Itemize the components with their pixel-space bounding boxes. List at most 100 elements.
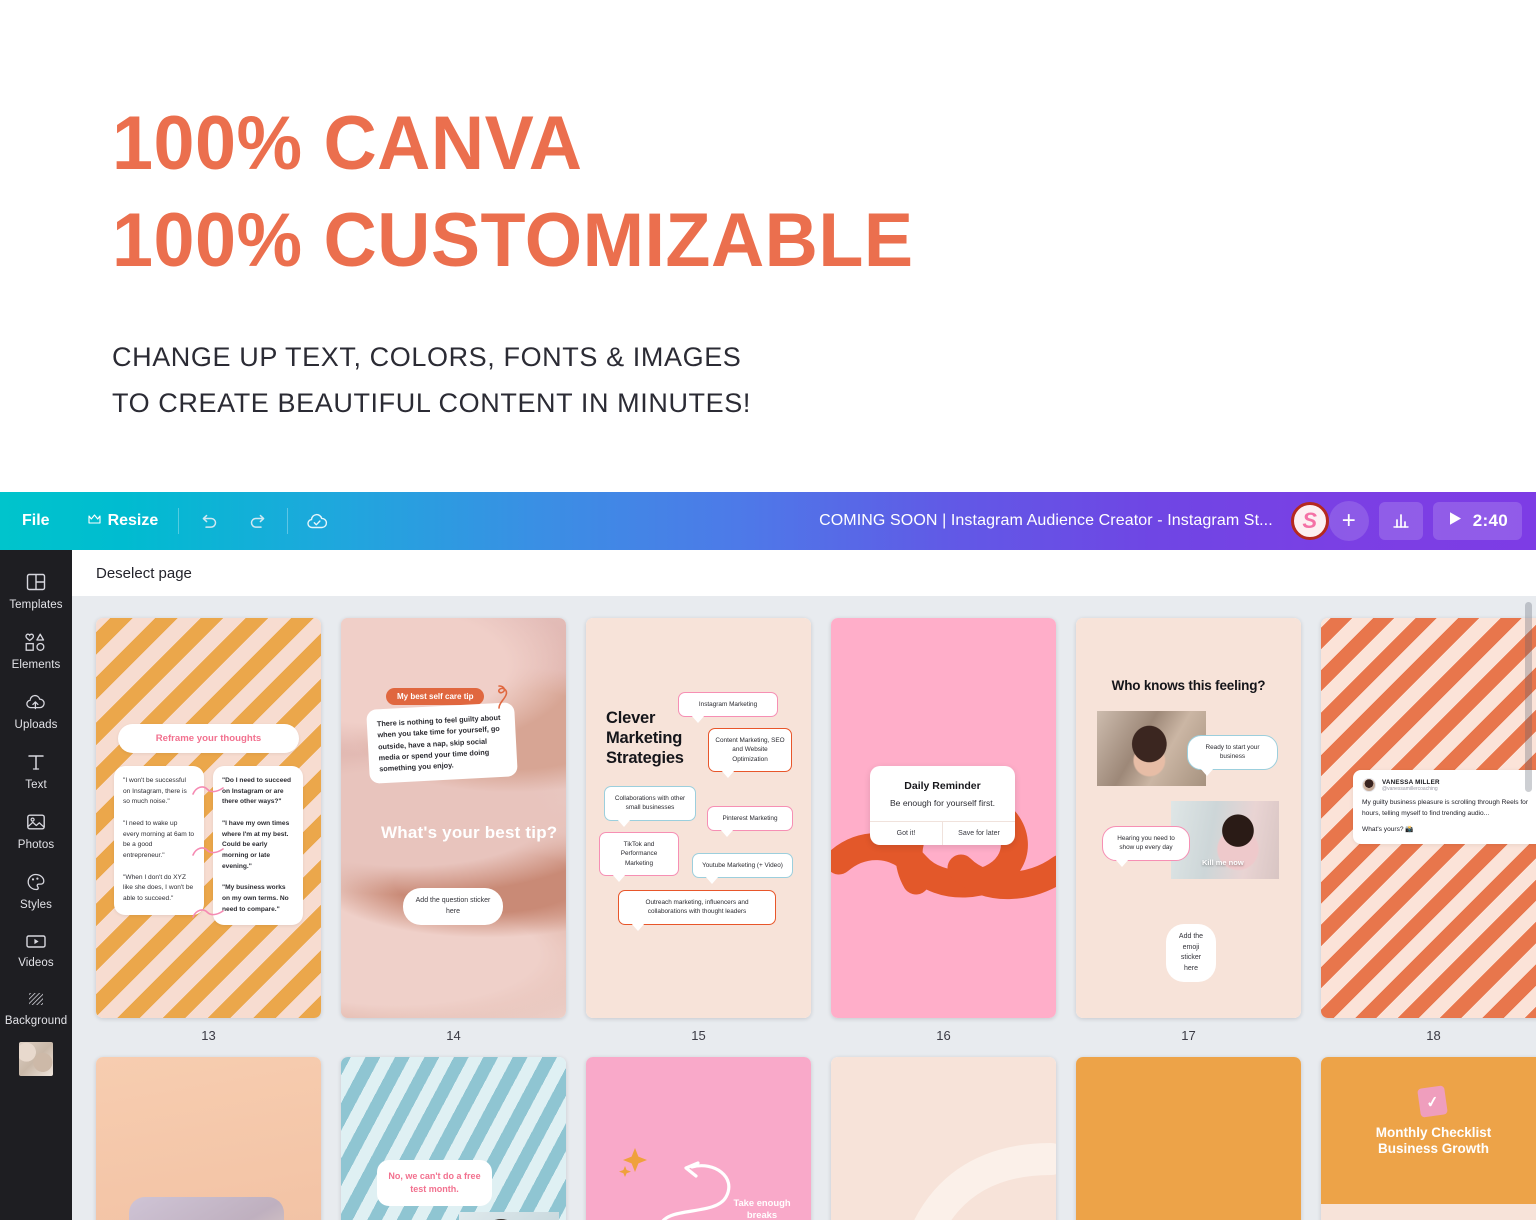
page14-headline: What's your best tip? — [381, 823, 558, 842]
page15-bubble: TikTok and Performance Marketing — [599, 832, 679, 882]
page15-bubble: Instagram Marketing — [678, 692, 778, 724]
page-cell: Who knows this feeling? Ready to start y… — [1076, 618, 1301, 1057]
undo-icon[interactable] — [183, 492, 233, 550]
tweet-header: VANESSA MILLER @vanessamillercoaching — [1362, 778, 1534, 792]
pages-row-2: 19 No, we can't do a free test month. 20 — [72, 1057, 1536, 1220]
file-menu-label: File — [22, 512, 50, 529]
present-button[interactable]: 2:40 — [1432, 502, 1522, 540]
page-thumbnail-15[interactable]: Clever Marketing Strategies Instagram Ma… — [586, 618, 811, 1018]
page-thumbnail-17[interactable]: Who knows this feeling? Ready to start y… — [1076, 618, 1301, 1018]
page20-bubble: No, we can't do a free test month. — [377, 1160, 492, 1206]
blush-lower — [1321, 1204, 1536, 1220]
add-collaborator-button[interactable]: + — [1328, 501, 1369, 541]
tweet-question-text: What's yours? 📸 — [1362, 826, 1414, 834]
sidebar-item-label: Styles — [20, 899, 52, 911]
tweet-body-text: My guilty business pleasure is scrolling… — [1362, 799, 1529, 817]
quote-text: "I need to wake up every morning at 6am … — [123, 820, 195, 860]
avatar-initial: S — [1290, 502, 1329, 540]
sidebar-item-label: Text — [25, 779, 47, 791]
cloud-check-icon[interactable] — [292, 492, 342, 550]
dialog-actions: Got it! Save for later — [870, 821, 1015, 845]
canva-app: File Resize COMING SOON | Instagram Audi… — [0, 492, 1536, 1220]
sidebar-item-videos[interactable]: Videos — [0, 920, 72, 978]
page-thumbnail-13[interactable]: Reframe your thoughts "I won't be succes… — [96, 618, 321, 1018]
page-thumbnail-23[interactable]: ✓ — [1076, 1057, 1301, 1220]
dialog-title: Daily Reminder — [904, 780, 981, 792]
page-number: 15 — [691, 1028, 706, 1043]
page17-sticker-placeholder: Add the emoji sticker here — [1166, 924, 1216, 982]
dialog-action-got-it[interactable]: Got it! — [870, 822, 943, 845]
deselect-bar: Deselect page — [72, 550, 1536, 596]
page-thumbnail-19[interactable] — [96, 1057, 321, 1220]
promo-sub-line1: CHANGE UP TEXT, COLORS, FONTS & IMAGES — [112, 341, 742, 372]
vertical-scrollbar-thumb[interactable] — [1525, 602, 1532, 792]
dialog-action-save[interactable]: Save for later — [943, 822, 1015, 845]
avatar[interactable]: S — [1287, 498, 1333, 544]
page-cell: My best self care tip There is nothing t… — [341, 618, 566, 1057]
sidebar-item-uploads[interactable]: Uploads — [0, 680, 72, 740]
promo-headline: 100% CANVA 100% CUSTOMIZABLE — [112, 95, 1493, 290]
page24-title-line1: Monthly Checklist — [1375, 1125, 1492, 1140]
page-thumbnail-18[interactable]: VANESSA MILLER @vanessamillercoaching My… — [1321, 618, 1536, 1018]
orange-background — [1076, 1057, 1301, 1220]
crown-icon — [88, 512, 101, 530]
sidebar-item-label: Templates — [9, 599, 63, 611]
quote-text: "Do I need to succeed on Instagram or ar… — [222, 777, 292, 806]
page-number: 16 — [936, 1028, 951, 1043]
promo-subtext: CHANGE UP TEXT, COLORS, FONTS & IMAGES T… — [112, 334, 1536, 427]
page-thumbnail-22[interactable]: ool — [831, 1057, 1056, 1220]
page-number: 14 — [446, 1028, 461, 1043]
page13-right-quotes: "Do I need to succeed on Instagram or ar… — [213, 766, 303, 926]
page-cell: ool 22 — [831, 1057, 1056, 1220]
pages-scroll-region[interactable]: Reframe your thoughts "I won't be succes… — [72, 596, 1536, 1220]
sidebar-recent-thumbnail[interactable] — [19, 1042, 53, 1076]
tweet-author-name: VANESSA MILLER — [1382, 778, 1440, 786]
left-sidebar: Templates Elements Uploads Text Photos S… — [0, 550, 72, 1220]
sidebar-item-label: Uploads — [14, 719, 58, 731]
resize-button[interactable]: Resize — [72, 492, 175, 550]
page15-bubble: Outreach marketing, influencers and coll… — [618, 890, 776, 931]
page-thumbnail-20[interactable]: No, we can't do a free test month. — [341, 1057, 566, 1220]
sidebar-item-styles[interactable]: Styles — [0, 860, 72, 920]
sidebar-item-templates[interactable]: Templates — [0, 560, 72, 620]
document-title[interactable]: COMING SOON | Instagram Audience Creator… — [819, 512, 1273, 530]
deselect-page-button[interactable]: Deselect page — [96, 565, 192, 582]
page15-bubble: Youtube Marketing (+ Video) — [692, 853, 793, 885]
page-cell: Clever Marketing Strategies Instagram Ma… — [586, 618, 811, 1057]
page-thumbnail-24[interactable]: ✓ Monthly Checklist Business Growth — [1321, 1057, 1536, 1220]
sidebar-item-elements[interactable]: Elements — [0, 620, 72, 680]
pages-row-1: Reframe your thoughts "I won't be succes… — [72, 618, 1536, 1057]
page-cell: Daily Reminder Be enough for yourself fi… — [831, 618, 1056, 1057]
page14-body: There is nothing to feel guilty about wh… — [366, 702, 518, 785]
toolbar-divider-2 — [287, 508, 289, 534]
page24-title-line2: Business Growth — [1377, 1141, 1490, 1157]
photo-icon — [25, 811, 47, 833]
bar-chart-icon[interactable] — [1378, 502, 1423, 540]
arrow-decoration — [192, 786, 224, 795]
sidebar-item-label: Photos — [17, 839, 55, 851]
sidebar-item-background[interactable]: Background — [0, 978, 72, 1036]
palette-icon — [24, 871, 48, 893]
page-thumbnail-21[interactable]: Find biz friends Take enough breaks — [586, 1057, 811, 1220]
page14-sticker-placeholder: Add the question sticker here — [403, 888, 503, 925]
page20-photo — [459, 1212, 559, 1220]
page-thumbnail-14[interactable]: My best self care tip There is nothing t… — [341, 618, 566, 1018]
dialog-body: Be enough for yourself first. — [889, 798, 996, 808]
resize-label: Resize — [107, 512, 159, 529]
play-icon — [1447, 510, 1463, 532]
redo-icon[interactable] — [233, 492, 283, 550]
arc-decoration — [914, 1143, 1056, 1220]
page-cell: ✓ 23 — [1076, 1057, 1301, 1220]
page-thumbnail-16[interactable]: Daily Reminder Be enough for yourself fi… — [831, 618, 1056, 1018]
sidebar-item-photos[interactable]: Photos — [0, 800, 72, 860]
promo-sub-line2: TO CREATE BEAUTIFUL CONTENT IN MINUTES! — [112, 387, 751, 418]
file-menu-button[interactable]: File — [0, 492, 72, 550]
page24-title: Monthly Checklist Business Growth — [1321, 1125, 1536, 1157]
marble-background — [341, 618, 566, 1018]
sidebar-item-text[interactable]: Text — [0, 740, 72, 800]
page15-bubble: Collaborations with other small business… — [604, 786, 696, 827]
tweet-author-handle: @vanessamillercoaching — [1382, 785, 1438, 792]
quote-text: "I won't be successful on Instagram, the… — [123, 777, 187, 806]
page14-badge: My best self care tip — [386, 688, 485, 705]
page-number: 17 — [1181, 1028, 1196, 1043]
